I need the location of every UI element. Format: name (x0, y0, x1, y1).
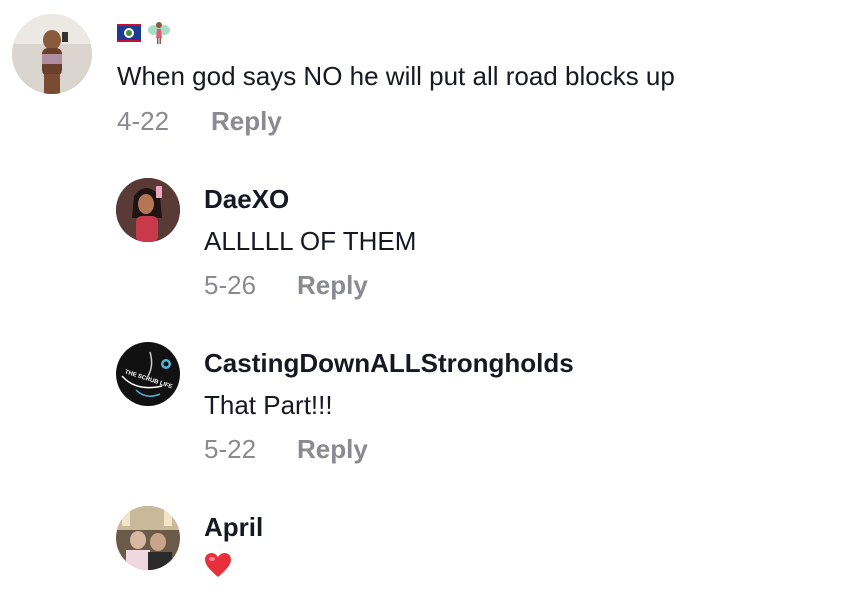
reply-button[interactable]: Reply (211, 106, 282, 137)
avatar[interactable] (116, 506, 180, 570)
avatar[interactable] (116, 178, 180, 242)
red-heart-icon (204, 552, 232, 583)
avatar[interactable] (12, 14, 92, 94)
comment-date: 4-22 (117, 106, 170, 136)
reply-button[interactable]: Reply (297, 270, 368, 301)
comment-text: That Part!!! (204, 390, 333, 420)
comment-text: ALLLLL OF THEM (204, 226, 417, 256)
username[interactable]: CastingDownALLStrongholds (204, 348, 574, 379)
fairy-icon (147, 20, 171, 51)
username-icons (117, 20, 171, 51)
avatar[interactable]: THE SCRUB LIFE (116, 342, 180, 406)
comment-date: 5-22 (204, 434, 257, 464)
username[interactable]: April (204, 512, 263, 543)
reply-button[interactable]: Reply (297, 434, 368, 465)
username[interactable]: DaeXO (204, 184, 289, 215)
comment-text: When god says NO he will put all road bl… (117, 61, 675, 91)
belize-flag-icon (117, 24, 141, 47)
comment-date: 5-26 (204, 270, 257, 300)
